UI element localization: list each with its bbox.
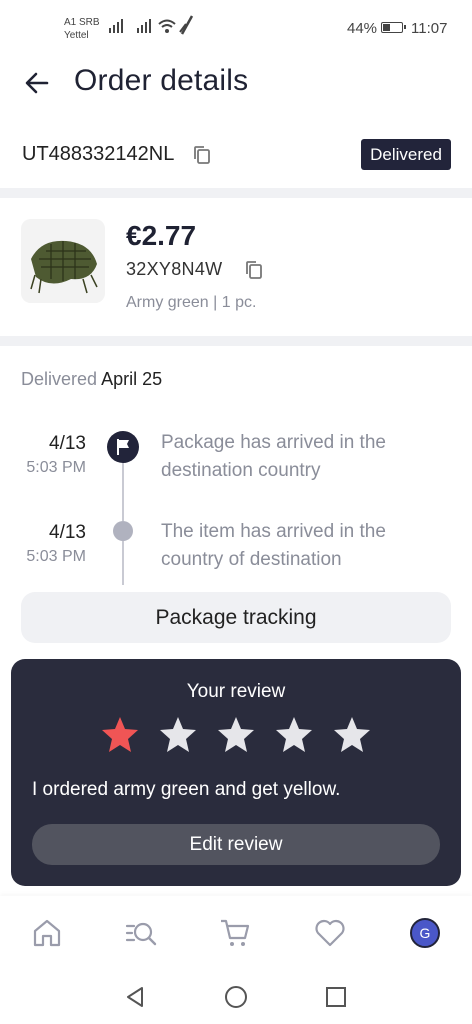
star-icon[interactable]: [332, 715, 372, 755]
system-back-icon[interactable]: [122, 984, 148, 1010]
star-icon[interactable]: [100, 715, 140, 755]
signal-icon: [109, 19, 123, 33]
section-divider-2: [0, 336, 472, 346]
event-date: 4/13: [49, 522, 86, 543]
no-signal-icon: [179, 15, 194, 35]
battery-icon: [381, 22, 406, 33]
event-date: 4/13: [49, 433, 86, 454]
star-icon[interactable]: [216, 715, 256, 755]
profile-avatar[interactable]: G: [410, 918, 440, 948]
wifi-icon: [158, 19, 176, 33]
carrier-info: A1 SRB Yettel: [64, 16, 100, 42]
product-image[interactable]: [21, 219, 105, 303]
copy-code-icon[interactable]: [244, 259, 264, 281]
event-description: Package has arrived in the destination c…: [161, 432, 386, 481]
system-home-icon[interactable]: [223, 984, 249, 1010]
review-title: Your review: [186, 681, 286, 702]
carrier-name-1: A1 SRB: [64, 17, 100, 28]
review-text: I ordered army green and get yellow.: [32, 779, 341, 800]
carrier-name-2: Yettel: [64, 30, 89, 41]
order-number: UT488332142NL: [22, 143, 175, 165]
system-recents-icon[interactable]: [323, 984, 349, 1010]
battery-percent: 44%: [347, 20, 378, 37]
signal-icon-2: [137, 19, 151, 33]
flag-icon: [107, 431, 139, 463]
delivered-date: April 25: [101, 369, 163, 389]
package-tracking-button[interactable]: Package tracking: [21, 592, 451, 643]
event-description: The item has arrived in the country of d…: [161, 521, 386, 570]
delivery-summary: Delivered April 25: [21, 369, 162, 390]
timeline-connector: [122, 463, 124, 521]
timeline-dot: [113, 521, 133, 541]
page-title: Order details: [74, 64, 249, 97]
back-arrow-icon[interactable]: [22, 68, 52, 98]
home-icon[interactable]: [30, 916, 64, 950]
timeline-connector-2: [122, 541, 124, 585]
product-code: 32XY8N4W: [126, 259, 223, 279]
search-list-icon[interactable]: [124, 916, 158, 950]
status-badge: Delivered: [361, 139, 451, 170]
star-icon[interactable]: [158, 715, 198, 755]
heart-icon[interactable]: [313, 916, 347, 950]
clock: 11:07: [411, 20, 448, 37]
star-icon[interactable]: [274, 715, 314, 755]
edit-review-button[interactable]: Edit review: [32, 824, 440, 865]
copy-icon[interactable]: [192, 144, 212, 166]
product-variant: Army green | 1 pc.: [126, 294, 257, 311]
scarf-image: [21, 219, 105, 303]
delivered-label: Delivered: [21, 369, 98, 389]
event-time: 5:03 PM: [26, 548, 86, 565]
event-time: 5:03 PM: [26, 459, 86, 476]
cart-icon[interactable]: [218, 916, 252, 950]
product-price: €2.77: [126, 220, 197, 251]
section-divider: [0, 188, 472, 198]
